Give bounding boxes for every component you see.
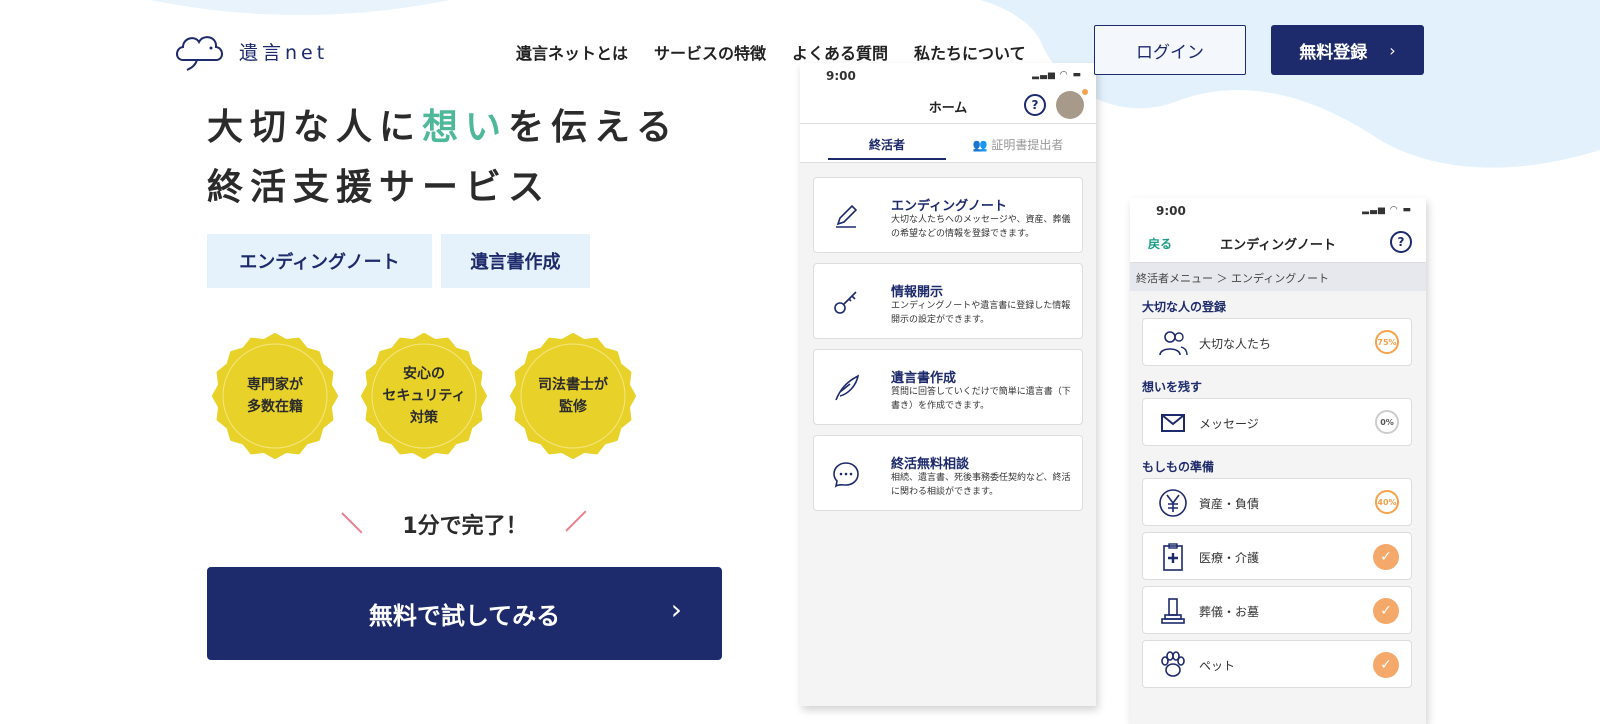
chevron-right-icon: › xyxy=(670,593,682,626)
card-will-creation-desc: 質問に回答していくだけで簡単に遺言書（下書き）を作成できます。 xyxy=(891,387,1071,411)
breadcrumb-text: 終活者メニュー ＞ エンディングノート xyxy=(1136,272,1330,285)
check-icon: ✓ xyxy=(1373,652,1399,678)
nav-faq[interactable]: よくある質問 xyxy=(792,40,888,64)
logo-text: 遺言net xyxy=(239,41,329,64)
gravestone-icon xyxy=(1161,598,1185,624)
hero-title-accent: 想い xyxy=(422,107,509,148)
register-label: 無料登録 xyxy=(1299,42,1368,63)
row-assets-label: 資産・負債 xyxy=(1199,497,1260,511)
clipboard-medical-icon xyxy=(1163,543,1183,571)
card-info-disclosure-title: 情報開示 xyxy=(891,285,944,300)
badge-experts: 専門家が 多数在籍 xyxy=(212,333,338,459)
hero-title-part-b: を伝える xyxy=(508,107,679,148)
progress-badge: 0% xyxy=(1375,410,1399,434)
people-icon xyxy=(1159,331,1188,356)
home-tabs: 終活者 👥 証明書提出者 xyxy=(800,124,1096,163)
cloud-logo-icon xyxy=(176,36,223,71)
breadcrumb: 終活者メニュー ＞ エンディングノート xyxy=(1130,263,1426,291)
progress-badge: 40% xyxy=(1375,490,1399,514)
badge-experts-text: 専門家が 多数在籍 xyxy=(247,377,303,415)
main-nav: 遺言ネットとは サービスの特徴 よくある質問 私たちについて xyxy=(516,40,1052,64)
card-will-creation[interactable]: 遺言書作成 質問に回答していくだけで簡単に遺言書（下書き）を作成できます。 xyxy=(813,349,1083,425)
row-loved-ones[interactable]: 大切な人たち 75% xyxy=(1142,318,1412,366)
nav-company[interactable]: 私たちについて xyxy=(914,40,1026,64)
badge-security: 安心の セキュリティ 対策 xyxy=(361,333,487,459)
register-button[interactable]: 無料登録 › xyxy=(1271,25,1424,75)
login-label: ログイン xyxy=(1136,42,1204,63)
card-free-consultation-title: 終活無料相談 xyxy=(891,457,970,472)
status-time: 9:00 xyxy=(826,69,856,83)
section-loved-ones: 大切な人の登録 xyxy=(1142,300,1227,314)
yen-icon xyxy=(1159,489,1187,517)
status-bar: 9:00 ▂▃▅ ◠ ▬ xyxy=(1130,198,1426,222)
paw-icon xyxy=(1161,651,1185,677)
nav-features[interactable]: サービスの特徴 xyxy=(654,40,766,64)
chevron-right-icon: › xyxy=(1389,40,1396,60)
check-icon: ✓ xyxy=(1373,598,1399,624)
row-medical-care-label: 医療・介護 xyxy=(1199,551,1260,565)
tag-ending-note: エンディングノート xyxy=(207,234,432,288)
row-message-label: メッセージ xyxy=(1199,417,1259,431)
row-message[interactable]: メッセージ 0% xyxy=(1142,398,1412,446)
signal-wifi-battery-icon: ▂▃▅ ◠ ▬ xyxy=(1032,70,1082,80)
card-free-consultation[interactable]: 終活無料相談 相続、遺言書、死後事務委任契約など、終活に関わる相談ができます。 xyxy=(813,435,1083,511)
card-info-disclosure[interactable]: 情報開示 エンディングノートや遺言書に登録した情報開示の設定ができます。 xyxy=(813,263,1083,339)
badge-security-text: 安心の セキュリティ 対策 xyxy=(382,366,466,426)
try-free-button[interactable]: 無料で試してみる › xyxy=(207,567,722,660)
nav-about[interactable]: 遺言ネットとは xyxy=(516,40,628,64)
row-funeral-grave-label: 葬儀・お墓 xyxy=(1199,605,1260,619)
card-ending-note[interactable]: エンディングノート 大切な人たちへのメッセージや、資産、葬儀の希望などの情報を登… xyxy=(813,177,1083,253)
section-leave-thoughts: 想いを残す xyxy=(1142,380,1203,394)
row-assets[interactable]: 資産・負債 40% xyxy=(1142,478,1412,526)
pencil-icon xyxy=(836,204,858,228)
tab-certificate-submitter[interactable]: 👥 証明書提出者 xyxy=(958,136,1078,153)
row-loved-ones-label: 大切な人たち xyxy=(1199,337,1272,351)
login-button[interactable]: ログイン xyxy=(1094,25,1246,75)
card-ending-note-desc: 大切な人たちへのメッセージや、資産、葬儀の希望などの情報を登録できます。 xyxy=(891,215,1071,239)
card-ending-note-title: エンディングノート xyxy=(891,199,1007,214)
help-icon[interactable]: ? xyxy=(1024,94,1046,116)
quill-pen-icon xyxy=(835,374,860,401)
hero-title-part-a: 大切な人に xyxy=(207,107,423,148)
tab-active-indicator xyxy=(828,158,946,160)
status-bar: 9:00 ▂▃▅ ◠ ▬ xyxy=(800,63,1096,87)
phone-home-screen: 9:00 ▂▃▅ ◠ ▬ ホーム ? 終活者 👥 証明書提出者 エンディングノー… xyxy=(800,63,1096,706)
hero-title-line2: 終活支援サービス xyxy=(207,167,552,208)
key-icon xyxy=(834,291,857,314)
row-medical-care[interactable]: 医療・介護 ✓ xyxy=(1142,532,1412,580)
hero-title: 大切な人に想いを伝える 終活支援サービス xyxy=(207,98,679,218)
row-pet-label: ペット xyxy=(1199,659,1236,673)
people-card-icon: 👥 xyxy=(972,138,992,152)
ending-note-header: 戻る エンディングノート ? xyxy=(1130,222,1426,263)
tag-will-creation: 遺言書作成 xyxy=(441,234,590,288)
badge-supervised-text: 司法書士が 監修 xyxy=(538,377,608,415)
card-will-creation-title: 遺言書作成 xyxy=(891,371,957,386)
ending-note-title: エンディングノート xyxy=(1220,238,1336,253)
progress-badge: 75% xyxy=(1375,330,1399,354)
signal-wifi-battery-icon: ▂▃▅ ◠ ▬ xyxy=(1362,205,1412,215)
home-title: ホーム xyxy=(928,101,968,116)
one-minute-callout: 1分で完了！ xyxy=(340,506,590,542)
tab-planner[interactable]: 終活者 xyxy=(828,136,946,153)
help-icon[interactable]: ? xyxy=(1390,231,1412,253)
chat-bubble-icon xyxy=(833,462,859,488)
check-icon: ✓ xyxy=(1373,544,1399,570)
home-header: ホーム ? xyxy=(800,87,1096,124)
status-time: 9:00 xyxy=(1156,204,1186,218)
tab-certificate-label: 証明書提出者 xyxy=(991,138,1064,152)
badge-supervised: 司法書士が 監修 xyxy=(510,333,636,459)
card-free-consultation-desc: 相続、遺言書、死後事務委任契約など、終活に関わる相談ができます。 xyxy=(891,473,1071,497)
card-info-disclosure-desc: エンディングノートや遺言書に登録した情報開示の設定ができます。 xyxy=(891,301,1071,325)
phone-ending-note-screen: 9:00 ▂▃▅ ◠ ▬ 戻る エンディングノート ? 終活者メニュー ＞ エン… xyxy=(1130,198,1426,724)
row-funeral-grave[interactable]: 葬儀・お墓 ✓ xyxy=(1142,586,1412,634)
envelope-icon xyxy=(1161,414,1185,432)
row-pet[interactable]: ペット ✓ xyxy=(1142,640,1412,688)
notification-dot xyxy=(1082,89,1088,95)
one-minute-text: 1分で完了！ xyxy=(402,514,528,539)
try-free-label: 無料で試してみる xyxy=(368,602,561,630)
avatar[interactable] xyxy=(1056,91,1084,119)
site-logo[interactable]: 遺言net xyxy=(173,30,328,72)
section-contingency: もしもの準備 xyxy=(1142,460,1215,474)
hero-title-line1: 大切な人に想いを伝える xyxy=(207,98,679,158)
